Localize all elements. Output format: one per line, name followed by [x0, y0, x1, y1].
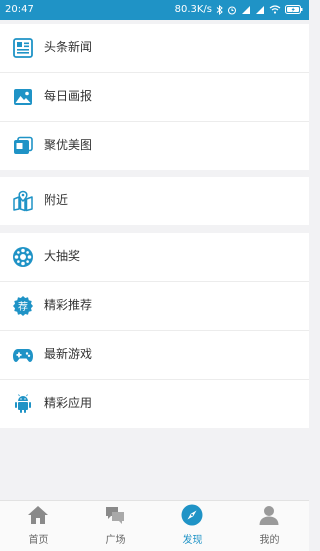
- status-bar: 20:47 80.3K/s: [0, 0, 309, 20]
- menu-item-label: 最新游戏: [44, 347, 93, 361]
- picture-icon: [14, 89, 32, 105]
- menu-item-featured-gallery[interactable]: 聚优美图: [0, 122, 309, 170]
- menu-item-label: 聚优美图: [44, 138, 93, 152]
- menu-section-news: 头条新闻 每日画报 聚优美图: [0, 24, 309, 170]
- status-right: 80.3K/s: [175, 4, 303, 15]
- home-icon: [28, 506, 48, 524]
- tab-label: 广场: [105, 535, 126, 546]
- map-location-icon: [13, 190, 33, 212]
- menu-item-recommended[interactable]: 荐 精彩推荐: [0, 282, 309, 331]
- menu-item-headline-news[interactable]: 头条新闻: [0, 24, 309, 73]
- android-icon: [15, 394, 31, 413]
- compass-icon: [181, 504, 203, 526]
- status-time: 20:47: [5, 4, 34, 15]
- tab-label: 我的: [259, 535, 280, 546]
- menu-item-lottery[interactable]: 大抽奖: [0, 233, 309, 282]
- lottery-wheel-icon: [13, 247, 33, 267]
- tab-square[interactable]: 广场: [77, 501, 154, 551]
- tab-mine[interactable]: 我的: [231, 501, 308, 551]
- signal-icon: [242, 6, 250, 14]
- newspaper-icon: [13, 38, 33, 58]
- svg-text:荐: 荐: [18, 301, 28, 313]
- gallery-icon: [14, 136, 33, 154]
- menu-item-label: 附近: [44, 193, 69, 207]
- wifi-icon: [269, 5, 281, 14]
- tab-label: 发现: [182, 535, 203, 546]
- alarm-icon: [228, 6, 236, 14]
- menu-item-label: 精彩应用: [44, 396, 93, 410]
- menu-section-nearby: 附近: [0, 177, 309, 225]
- menu-item-latest-games[interactable]: 最新游戏: [0, 331, 309, 380]
- recommend-badge-icon: 荐: [13, 296, 33, 316]
- tab-discover[interactable]: 发现: [154, 501, 231, 551]
- menu-item-label: 每日画报: [44, 89, 93, 103]
- menu-item-featured-apps[interactable]: 精彩应用: [0, 380, 309, 428]
- user-icon: [259, 506, 279, 525]
- menu-item-label: 头条新闻: [44, 40, 93, 54]
- tab-label: 首页: [28, 535, 49, 546]
- signal-icon-2: [256, 6, 264, 14]
- menu-item-daily-pictorial[interactable]: 每日画报: [0, 73, 309, 122]
- menu-item-nearby[interactable]: 附近: [0, 177, 309, 225]
- menu-item-label: 大抽奖: [44, 249, 81, 263]
- bluetooth-icon: [216, 4, 223, 15]
- bottom-tab-bar: 首页 广场 发现 我的: [0, 500, 309, 551]
- net-speed: 80.3K/s: [174, 4, 212, 15]
- tab-home[interactable]: 首页: [0, 501, 77, 551]
- chat-bubbles-icon: [106, 507, 124, 524]
- gamepad-icon: [13, 349, 33, 362]
- battery-charging-icon: [285, 5, 303, 14]
- menu-section-discover: 大抽奖 荐 精彩推荐 最新游戏 精彩应用: [0, 233, 309, 428]
- menu-item-label: 精彩推荐: [44, 298, 93, 312]
